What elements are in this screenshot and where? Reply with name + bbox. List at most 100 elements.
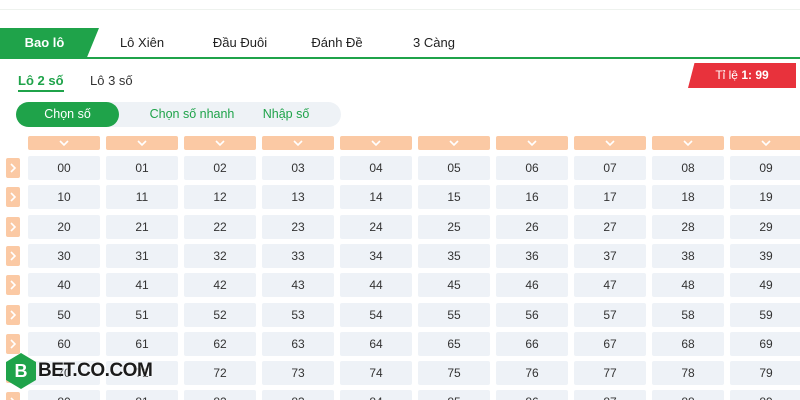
- number-cell[interactable]: 38: [652, 243, 724, 268]
- number-cell[interactable]: 87: [574, 390, 646, 400]
- number-cell[interactable]: 16: [496, 185, 568, 210]
- number-cell[interactable]: 13: [262, 185, 334, 210]
- number-cell[interactable]: 55: [418, 302, 490, 327]
- number-cell[interactable]: 49: [730, 273, 800, 298]
- number-cell[interactable]: 22: [184, 214, 256, 239]
- column-select-header[interactable]: [496, 136, 568, 150]
- number-cell[interactable]: 66: [496, 331, 568, 356]
- number-cell[interactable]: 10: [28, 185, 100, 210]
- number-cell[interactable]: 07: [574, 156, 646, 180]
- number-cell[interactable]: 00: [28, 156, 100, 180]
- number-cell[interactable]: 27: [574, 214, 646, 239]
- number-cell[interactable]: 45: [418, 273, 490, 298]
- number-cell[interactable]: 56: [496, 302, 568, 327]
- number-cell[interactable]: 86: [496, 390, 568, 400]
- column-select-header[interactable]: [652, 136, 724, 150]
- number-cell[interactable]: 54: [340, 302, 412, 327]
- number-cell[interactable]: 65: [418, 331, 490, 356]
- tab-3-cang[interactable]: 3 Càng: [406, 28, 462, 57]
- number-cell[interactable]: 81: [106, 390, 178, 400]
- row-select-header[interactable]: [6, 304, 20, 325]
- number-cell[interactable]: 21: [106, 214, 178, 239]
- number-cell[interactable]: 77: [574, 361, 646, 386]
- row-select-header[interactable]: [6, 158, 20, 178]
- number-cell[interactable]: 31: [106, 243, 178, 268]
- column-select-header[interactable]: [574, 136, 646, 150]
- number-cell[interactable]: 23: [262, 214, 334, 239]
- number-cell[interactable]: 03: [262, 156, 334, 180]
- number-cell[interactable]: 11: [106, 185, 178, 210]
- number-cell[interactable]: 63: [262, 331, 334, 356]
- number-cell[interactable]: 73: [262, 361, 334, 386]
- subtab-lo-3-so[interactable]: Lô 3 số: [90, 73, 133, 88]
- mode-nhap-so[interactable]: Nhập số: [256, 102, 316, 127]
- number-cell[interactable]: 76: [496, 361, 568, 386]
- number-cell[interactable]: 24: [340, 214, 412, 239]
- row-select-header[interactable]: [6, 216, 20, 237]
- number-cell[interactable]: 40: [28, 273, 100, 298]
- number-cell[interactable]: 82: [184, 390, 256, 400]
- column-select-header[interactable]: [106, 136, 178, 150]
- number-cell[interactable]: 02: [184, 156, 256, 180]
- number-cell[interactable]: 06: [496, 156, 568, 180]
- number-cell[interactable]: 26: [496, 214, 568, 239]
- column-select-header[interactable]: [730, 136, 800, 150]
- number-cell[interactable]: 72: [184, 361, 256, 386]
- number-cell[interactable]: 80: [28, 390, 100, 400]
- subtab-lo-2-so[interactable]: Lô 2 số: [18, 73, 64, 92]
- number-cell[interactable]: 48: [652, 273, 724, 298]
- number-cell[interactable]: 17: [574, 185, 646, 210]
- row-select-header[interactable]: [6, 333, 20, 354]
- number-cell[interactable]: 42: [184, 273, 256, 298]
- mode-chon-so-nhanh[interactable]: Chọn số nhanh: [128, 102, 256, 127]
- number-cell[interactable]: 20: [28, 214, 100, 239]
- number-cell[interactable]: 44: [340, 273, 412, 298]
- number-cell[interactable]: 75: [418, 361, 490, 386]
- column-select-header[interactable]: [184, 136, 256, 150]
- column-select-header[interactable]: [340, 136, 412, 150]
- number-cell[interactable]: 39: [730, 243, 800, 268]
- number-cell[interactable]: 68: [652, 331, 724, 356]
- number-cell[interactable]: 59: [730, 302, 800, 327]
- row-select-header[interactable]: [6, 275, 20, 296]
- number-cell[interactable]: 18: [652, 185, 724, 210]
- tab-bao-lo[interactable]: Bao lô: [0, 28, 99, 57]
- number-cell[interactable]: 64: [340, 331, 412, 356]
- number-cell[interactable]: 88: [652, 390, 724, 400]
- number-cell[interactable]: 15: [418, 185, 490, 210]
- number-cell[interactable]: 51: [106, 302, 178, 327]
- number-cell[interactable]: 08: [652, 156, 724, 180]
- number-cell[interactable]: 69: [730, 331, 800, 356]
- number-cell[interactable]: 46: [496, 273, 568, 298]
- number-cell[interactable]: 47: [574, 273, 646, 298]
- number-cell[interactable]: 35: [418, 243, 490, 268]
- column-select-header[interactable]: [262, 136, 334, 150]
- number-cell[interactable]: 37: [574, 243, 646, 268]
- number-cell[interactable]: 34: [340, 243, 412, 268]
- number-cell[interactable]: 53: [262, 302, 334, 327]
- row-select-header[interactable]: [6, 245, 20, 266]
- row-select-header[interactable]: [6, 392, 20, 400]
- number-cell[interactable]: 41: [106, 273, 178, 298]
- number-cell[interactable]: 09: [730, 156, 800, 180]
- number-cell[interactable]: 19: [730, 185, 800, 210]
- row-select-header[interactable]: [6, 187, 20, 208]
- tab-danh-de[interactable]: Đánh Đề: [304, 28, 370, 57]
- number-cell[interactable]: 05: [418, 156, 490, 180]
- number-cell[interactable]: 89: [730, 390, 800, 400]
- number-cell[interactable]: 52: [184, 302, 256, 327]
- number-cell[interactable]: 58: [652, 302, 724, 327]
- number-cell[interactable]: 12: [184, 185, 256, 210]
- column-select-header[interactable]: [28, 136, 100, 150]
- number-cell[interactable]: 14: [340, 185, 412, 210]
- number-cell[interactable]: 62: [184, 331, 256, 356]
- number-cell[interactable]: 25: [418, 214, 490, 239]
- number-cell[interactable]: 04: [340, 156, 412, 180]
- number-cell[interactable]: 36: [496, 243, 568, 268]
- number-cell[interactable]: 43: [262, 273, 334, 298]
- number-cell[interactable]: 67: [574, 331, 646, 356]
- number-cell[interactable]: 01: [106, 156, 178, 180]
- number-cell[interactable]: 50: [28, 302, 100, 327]
- number-cell[interactable]: 28: [652, 214, 724, 239]
- mode-chon-so[interactable]: Chọn số: [16, 102, 119, 127]
